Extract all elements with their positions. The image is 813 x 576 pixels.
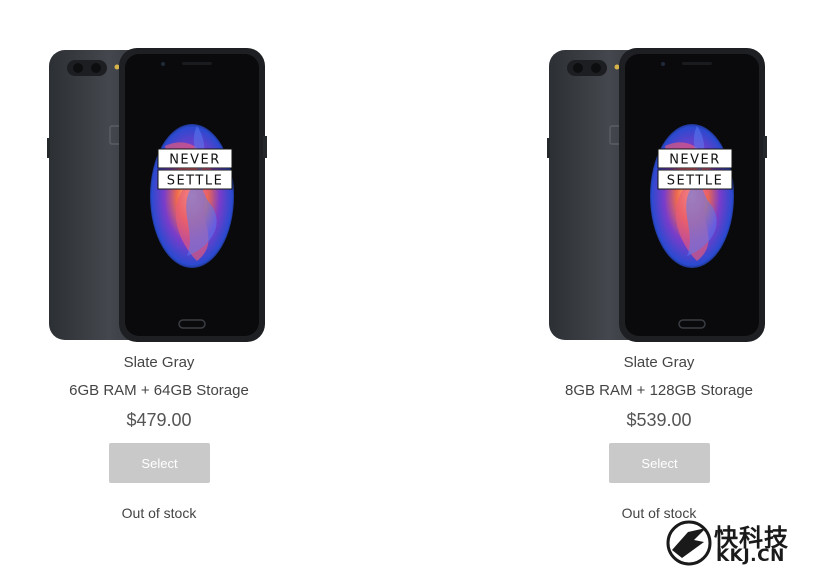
select-button[interactable]: Select xyxy=(609,443,710,483)
select-button[interactable]: Select xyxy=(109,443,210,483)
watermark-domain: KKJ.CN xyxy=(716,546,785,566)
kkj-logo-icon xyxy=(666,520,712,566)
product-price: $479.00 xyxy=(126,410,192,430)
screen-text-never: NEVER xyxy=(669,153,721,168)
screen-text-settle: SETTLE xyxy=(667,174,724,189)
product-price: $539.00 xyxy=(626,410,692,430)
phone-image[interactable]: NEVER SETTLE xyxy=(547,46,769,344)
screen-text-never: NEVER xyxy=(169,153,221,168)
product-card-6gb: NEVER SETTLE Slate Gray 6GB RAM + 64GB S… xyxy=(29,0,289,540)
product-card-8gb: NEVER SETTLE Slate Gray 8GB RAM + 128GB … xyxy=(529,0,789,540)
product-color: Slate Gray xyxy=(123,354,195,371)
product-spec: 6GB RAM + 64GB Storage xyxy=(69,382,249,399)
screen-text-settle: SETTLE xyxy=(167,174,224,189)
stock-status: Out of stock xyxy=(121,505,197,521)
kkj-watermark: 快科技 KKJ.CN xyxy=(666,518,808,570)
phone-image[interactable]: NEVER SETTLE xyxy=(47,46,269,344)
product-color: Slate Gray xyxy=(623,354,695,371)
product-spec: 8GB RAM + 128GB Storage xyxy=(564,382,753,399)
